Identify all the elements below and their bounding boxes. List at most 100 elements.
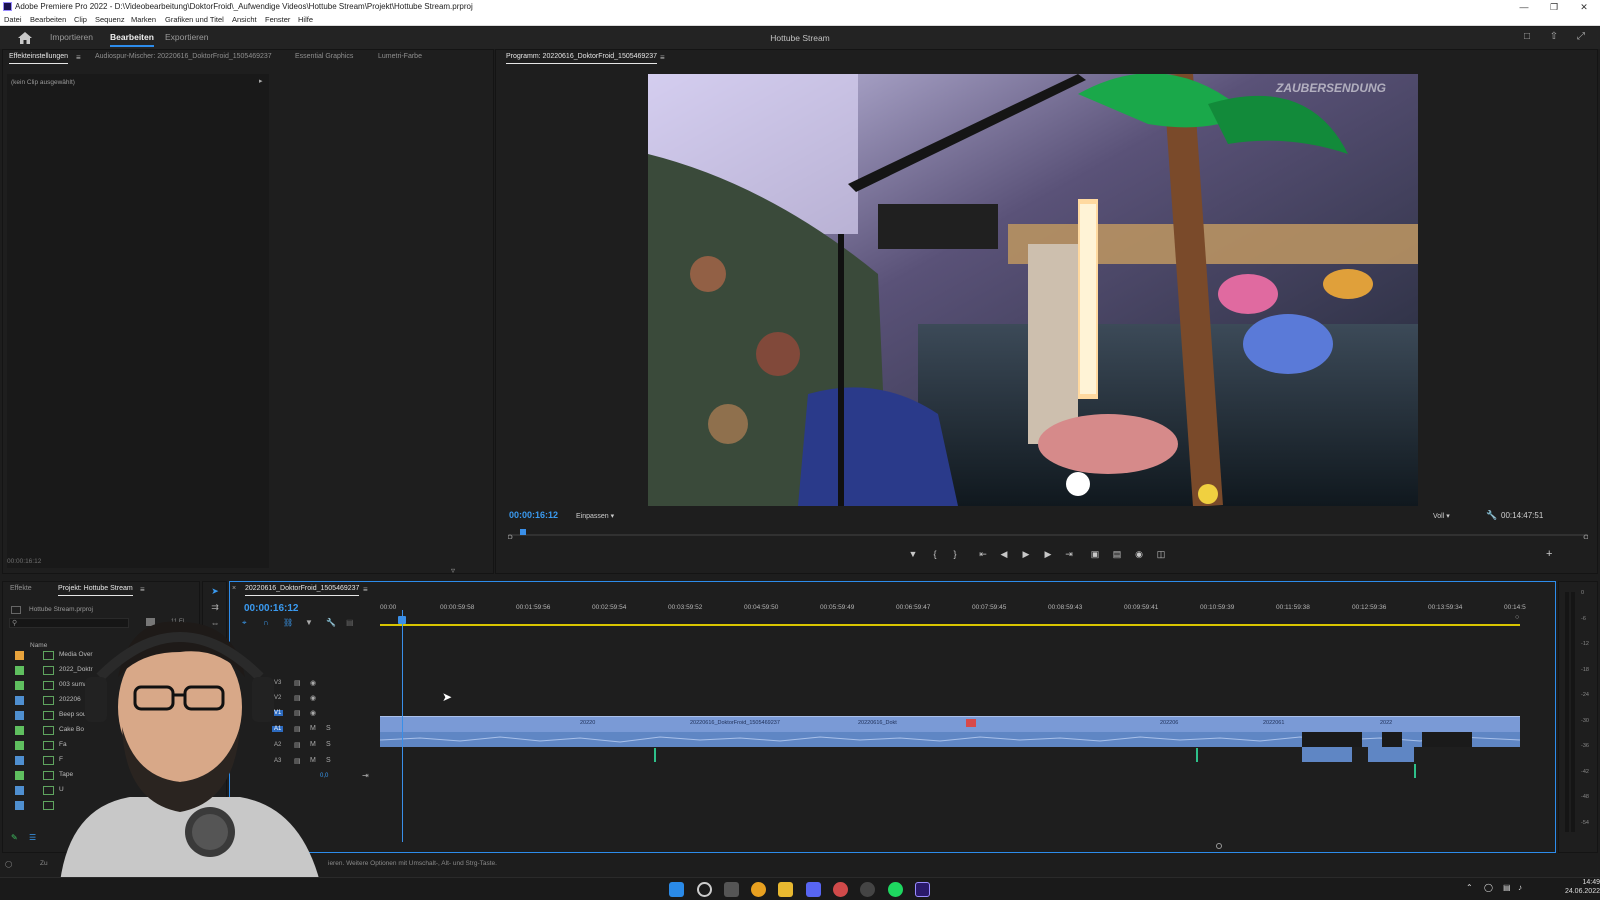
menu-hilfe[interactable]: Hilfe <box>298 15 313 24</box>
chrome-alt-icon[interactable] <box>833 882 848 897</box>
label-color-swatch[interactable] <box>15 711 24 720</box>
vertical-scroll-handle[interactable]: ○ <box>1515 614 1519 621</box>
playhead-handle[interactable] <box>398 616 406 624</box>
menu-sequenz[interactable]: Sequenz <box>95 15 125 24</box>
track-select-tool-icon[interactable]: ⇉ <box>208 602 222 614</box>
export-frame-icon[interactable]: ◉ <box>1132 547 1146 561</box>
master-end-icon[interactable]: ⇥ <box>362 771 369 780</box>
menu-ansicht[interactable]: Ansicht <box>232 15 257 24</box>
tab-lumetri[interactable]: Lumetri-Farbe <box>378 53 422 60</box>
menu-datei[interactable]: Datei <box>4 15 22 24</box>
tab-project[interactable]: Projekt: Hottube Stream <box>58 585 133 596</box>
timeline-timecode[interactable]: 00:00:16:12 <box>244 603 298 614</box>
step-forward-icon[interactable]: ▶ <box>1041 547 1055 561</box>
mark-out-icon[interactable]: } <box>948 547 962 561</box>
menu-clip[interactable]: Clip <box>74 15 87 24</box>
menu-bearbeiten[interactable]: Bearbeiten <box>30 15 66 24</box>
tab-sequence[interactable]: 20220616_DoktorFroid_1505469237 <box>245 585 360 596</box>
search-taskbar-icon[interactable] <box>697 882 712 897</box>
selection-tool-icon[interactable]: ➤ <box>208 586 222 598</box>
close-button[interactable]: ✕ <box>1570 0 1598 14</box>
microphone-icon[interactable]: ◯ <box>1484 883 1493 892</box>
tab-effect-controls[interactable]: Effekteinstellungen <box>9 53 69 64</box>
tray-chevron-icon[interactable]: ⌃ <box>1466 883 1473 892</box>
obs-icon[interactable] <box>860 882 875 897</box>
workspaces-icon[interactable]: □ <box>1520 31 1534 45</box>
windows-start-icon[interactable] <box>669 882 684 897</box>
add-marker-icon[interactable]: ▼ <box>906 547 920 561</box>
chrome-icon[interactable] <box>751 882 766 897</box>
scrubber-playhead[interactable] <box>520 529 526 535</box>
zoom-select[interactable]: Einpassen ▾ <box>576 512 614 520</box>
filter-icon[interactable]: ▿ <box>451 566 455 575</box>
volume-icon[interactable]: ♪ <box>1518 883 1522 892</box>
pencil-icon[interactable]: ✎ <box>11 833 18 842</box>
go-to-out-icon[interactable]: ⇥ <box>1062 547 1076 561</box>
button-editor-icon[interactable]: + <box>1546 548 1552 560</box>
expand-arrow-icon[interactable]: ▸ <box>259 77 263 85</box>
premiere-taskbar-icon[interactable] <box>915 882 930 897</box>
network-icon[interactable]: ▤ <box>1503 883 1511 892</box>
fullscreen-icon[interactable]: ⤢ <box>1574 31 1588 45</box>
go-to-in-icon[interactable]: ⇤ <box>976 547 990 561</box>
close-sequence-icon[interactable]: × <box>232 585 236 592</box>
time-ruler[interactable]: 00:00 00:00:59:58 00:01:59:56 00:02:59:54 00… <box>380 604 1526 620</box>
discord-icon[interactable] <box>806 882 821 897</box>
label-color-swatch[interactable] <box>15 801 24 810</box>
spotify-icon[interactable] <box>888 882 903 897</box>
clip-marker[interactable] <box>1414 764 1416 778</box>
tab-effects[interactable]: Effekte <box>10 585 32 592</box>
minimize-button[interactable]: — <box>1510 0 1538 14</box>
work-area-bar[interactable] <box>380 624 1520 626</box>
tab-importieren[interactable]: Importieren <box>50 32 93 42</box>
home-icon[interactable] <box>17 31 33 45</box>
label-color-swatch[interactable] <box>15 756 24 765</box>
label-color-swatch[interactable] <box>15 726 24 735</box>
program-scrubber[interactable] <box>508 529 1588 539</box>
a2-audio-clip[interactable] <box>1302 747 1352 762</box>
tab-program[interactable]: Programm: 20220616_DoktorFroid_150546923… <box>506 53 657 64</box>
menu-marken[interactable]: Marken <box>131 15 156 24</box>
label-color-swatch[interactable] <box>15 681 24 690</box>
project-menu-icon[interactable]: ≡ <box>140 585 145 594</box>
comparison-view-icon[interactable]: ◫ <box>1154 547 1168 561</box>
program-timecode[interactable]: 00:00:16:12 <box>509 510 558 520</box>
label-color-swatch[interactable] <box>15 786 24 795</box>
tab-audio-mixer[interactable]: Audiospur-Mischer: 20220616_DoktorFroid_… <box>95 53 272 60</box>
timeline-zoom-handle[interactable] <box>1216 843 1222 849</box>
label-color-swatch[interactable] <box>15 666 24 675</box>
lift-icon[interactable]: ▣ <box>1088 547 1102 561</box>
v1-video-clip[interactable]: 20220616_DoktorFroid_1505469237 20220616… <box>380 716 1520 732</box>
a2-audio-clip[interactable] <box>1368 747 1414 762</box>
program-menu-icon[interactable]: ≡ <box>660 53 665 62</box>
list-view-icon[interactable]: ☰ <box>29 833 36 842</box>
label-color-swatch[interactable] <box>15 771 24 780</box>
captions-icon[interactable]: ▤ <box>346 618 354 627</box>
a1-audio-clip[interactable] <box>380 732 1520 747</box>
tab-exportieren[interactable]: Exportieren <box>165 32 208 42</box>
label-color-swatch[interactable] <box>15 651 24 660</box>
mark-in-icon[interactable]: { <box>928 547 942 561</box>
share-icon[interactable]: ⇧ <box>1547 31 1561 45</box>
clip-marker[interactable] <box>654 748 656 762</box>
maximize-button[interactable]: ❐ <box>1540 0 1568 14</box>
tab-bearbeiten[interactable]: Bearbeiten <box>110 32 154 47</box>
label-color-swatch[interactable] <box>15 696 24 705</box>
resolution-select[interactable]: Voll ▾ <box>1433 512 1450 520</box>
sequence-menu-icon[interactable]: ≡ <box>363 585 368 594</box>
menu-fenster[interactable]: Fenster <box>265 15 290 24</box>
clip-marker[interactable] <box>1196 748 1198 762</box>
task-view-icon[interactable] <box>724 882 739 897</box>
extract-icon[interactable]: ▤ <box>1110 547 1124 561</box>
label-color-swatch[interactable] <box>15 741 24 750</box>
program-video-frame[interactable]: ZAUBERSENDUNG <box>648 74 1418 506</box>
tab-essential-graphics[interactable]: Essential Graphics <box>295 53 353 60</box>
taskbar-clock[interactable]: 14:49 24.06.2022 <box>1556 878 1600 896</box>
wrench-icon[interactable]: 🔧 <box>1486 510 1497 521</box>
timeline-playhead[interactable] <box>402 610 403 842</box>
menu-grafiken[interactable]: Grafiken und Titel <box>165 15 224 24</box>
step-back-icon[interactable]: ◀ <box>997 547 1011 561</box>
file-explorer-icon[interactable] <box>778 882 793 897</box>
tab-menu-icon[interactable]: ≡ <box>76 53 81 62</box>
play-icon[interactable]: ▶ <box>1019 547 1033 561</box>
